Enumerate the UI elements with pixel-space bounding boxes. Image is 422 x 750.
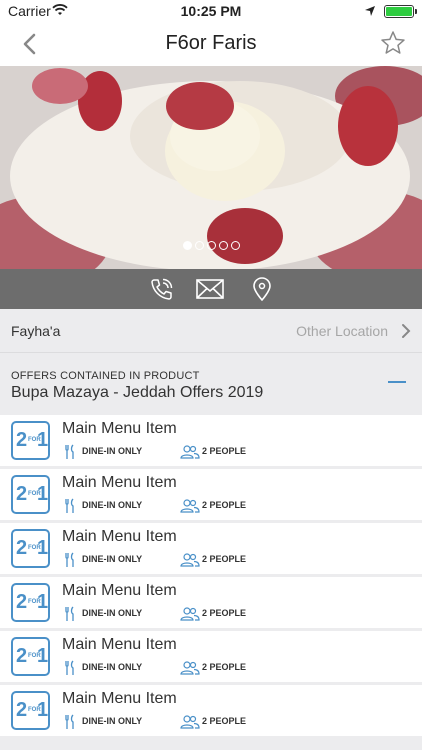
people-label: 2 PEOPLE	[202, 716, 247, 726]
offer-item[interactable]: 2 FOR 1 Main Menu Item DINE-IN ONLY 2 PEOP…	[0, 685, 422, 736]
two-for-one-badge-icon: 2 FOR 1	[11, 691, 50, 730]
collapse-icon[interactable]	[388, 381, 406, 383]
carousel-indicator	[0, 237, 422, 255]
people-icon	[180, 661, 200, 675]
status-time: 10:25 PM	[180, 3, 242, 19]
people-icon	[180, 499, 200, 513]
people-label: 2 PEOPLE	[202, 446, 247, 456]
fork-knife-icon	[65, 660, 74, 675]
offer-title: Main Menu Item	[62, 582, 177, 599]
dine-in-label: DINE-IN ONLY	[82, 446, 143, 456]
two-for-one-badge-icon: 2 FOR 1	[11, 421, 50, 460]
star-outline-icon[interactable]	[380, 30, 406, 56]
people-label: 2 PEOPLE	[202, 554, 247, 564]
offer-title: Main Menu Item	[62, 528, 177, 545]
carousel-dot[interactable]	[218, 241, 228, 250]
two-for-one-badge-icon: 2 FOR 1	[11, 475, 50, 514]
offer-item[interactable]: 2 FOR 1 Main Menu Item DINE-IN ONLY 2 PEOP…	[0, 577, 422, 628]
offers-section-header: OFFERS CONTAINED IN PRODUCT Bupa Mazaya …	[0, 360, 422, 410]
fork-knife-icon	[65, 498, 74, 513]
dine-in-label: DINE-IN ONLY	[82, 500, 143, 510]
offer-title: Main Menu Item	[62, 420, 177, 437]
offer-item[interactable]: 2 FOR 1 Main Menu Item DINE-IN ONLY 2 PEOP…	[0, 523, 422, 574]
branch-location-row[interactable]: Fayha'a Other Location	[0, 309, 422, 353]
fork-knife-icon	[65, 606, 74, 621]
fork-knife-icon	[65, 552, 74, 567]
map-pin-icon[interactable]	[248, 277, 276, 301]
carousel-dot[interactable]	[182, 241, 192, 250]
dine-in-label: DINE-IN ONLY	[82, 716, 143, 726]
product-image-carousel[interactable]	[0, 66, 422, 269]
navigation-bar: F6or Faris	[0, 22, 422, 66]
location-arrow-icon	[365, 6, 375, 16]
offers-caption: OFFERS CONTAINED IN PRODUCT	[11, 370, 200, 382]
dine-in-label: DINE-IN ONLY	[82, 554, 143, 564]
dine-in-label: DINE-IN ONLY	[82, 662, 143, 672]
offer-group-name: Bupa Mazaya - Jeddah Offers 2019	[11, 384, 264, 401]
offer-title: Main Menu Item	[62, 474, 177, 491]
back-chevron-icon[interactable]	[18, 32, 42, 56]
people-label: 2 PEOPLE	[202, 608, 247, 618]
people-icon	[180, 715, 200, 729]
branch-name: Fayha'a	[11, 323, 61, 339]
offer-item[interactable]: 2 FOR 1 Main Menu Item DINE-IN ONLY 2 PEOP…	[0, 415, 422, 466]
offer-title: Main Menu Item	[62, 636, 177, 653]
carousel-dot[interactable]	[194, 241, 204, 250]
offer-title: Main Menu Item	[62, 690, 177, 707]
two-for-one-badge-icon: 2 FOR 1	[11, 583, 50, 622]
status-bar: Carrier 10:25 PM	[0, 0, 422, 22]
phone-icon[interactable]	[148, 277, 176, 301]
two-for-one-badge-icon: 2 FOR 1	[11, 529, 50, 568]
carousel-dot[interactable]	[206, 241, 216, 250]
offer-list: 2 FOR 1 Main Menu Item DINE-IN ONLY 2 PEOP…	[0, 415, 422, 739]
chevron-right-icon	[402, 324, 411, 338]
battery-icon	[384, 5, 417, 18]
contact-action-bar	[0, 269, 422, 309]
people-icon	[180, 607, 200, 621]
people-label: 2 PEOPLE	[202, 662, 247, 672]
two-for-one-badge-icon: 2 FOR 1	[11, 637, 50, 676]
fork-knife-icon	[65, 444, 74, 459]
people-label: 2 PEOPLE	[202, 500, 247, 510]
carousel-dot[interactable]	[230, 241, 240, 250]
offer-item[interactable]: 2 FOR 1 Main Menu Item DINE-IN ONLY 2 PEOP…	[0, 469, 422, 520]
fork-knife-icon	[65, 714, 74, 729]
offer-item[interactable]: 2 FOR 1 Main Menu Item DINE-IN ONLY 2 PEOP…	[0, 631, 422, 682]
page-title: F6or Faris	[165, 32, 257, 54]
people-icon	[180, 553, 200, 567]
people-icon	[180, 445, 200, 459]
mail-icon[interactable]	[196, 277, 224, 301]
other-location-link[interactable]: Other Location	[296, 323, 388, 339]
dine-in-label: DINE-IN ONLY	[82, 608, 143, 618]
